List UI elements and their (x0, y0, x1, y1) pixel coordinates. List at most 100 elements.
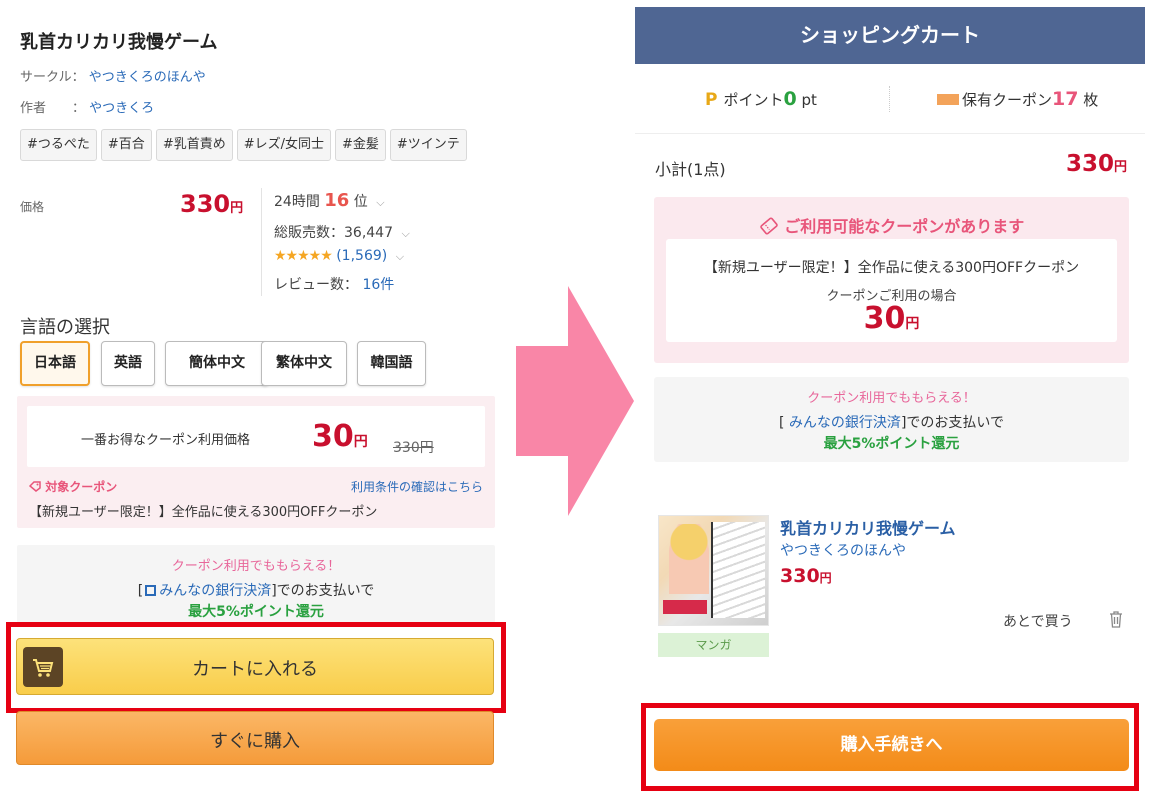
subtotal-label: 小計(1点) (655, 160, 726, 179)
cart-item-circle[interactable]: やつきくろのほんや (780, 540, 906, 560)
point-reward-line: 最大5%ポイント還元 (823, 436, 960, 452)
language-option-japanese[interactable]: 日本語 (20, 341, 90, 386)
tag[interactable]: #乳首責め (155, 129, 233, 161)
tag[interactable]: #ツインテ (389, 129, 467, 161)
ticket-icon (759, 217, 778, 235)
thumbnail-manga-panel (711, 522, 765, 618)
rating-stars-icon: ★★★★★ (274, 248, 333, 264)
trash-icon[interactable] (1108, 610, 1124, 628)
subtotal: 330円 (1066, 151, 1127, 177)
sales-stat[interactable]: 総販売数：36,447 ⌵ (274, 222, 410, 242)
bank-payment-box: クーポン利用でももらえる！ [みんなの銀行決済]でのお支払いで 最大5%ポイント… (17, 545, 495, 623)
product-title: 乳首カリカリ我慢ゲーム (20, 32, 218, 53)
buy-now-button[interactable]: すぐに購入 (16, 711, 494, 765)
coupon-available-box[interactable]: ご利用可能なクーポンがあります 【新規ユーザー限定！】全作品に使える300円OF… (654, 197, 1129, 363)
rating-stat[interactable]: ★★★★★ (1,569) ⌵ (274, 248, 404, 264)
bank-promo-line: クーポン利用でももらえる！ (807, 391, 976, 406)
chevron-down-icon: ⌵ (376, 196, 385, 209)
coupon-description: 【新規ユーザー限定！】全作品に使える300円OFFクーポン (29, 505, 378, 520)
target-coupon-label: 対象クーポン (28, 478, 118, 495)
author-row: 作者 ： やつきくろ (20, 97, 154, 116)
coupon-detail-panel: 【新規ユーザー限定！】全作品に使える300円OFFクーポン クーポンご利用の場合… (666, 239, 1117, 342)
coupon-price-currency: 円 (905, 316, 920, 332)
product-thumbnail[interactable] (658, 515, 769, 626)
stats-divider (261, 188, 262, 296)
thumbnail-character (669, 524, 709, 594)
coupons-unit: 枚 (1083, 91, 1099, 109)
price-value: 330 (180, 190, 231, 218)
bank-promo-line: クーポン利用でももらえる！ (171, 559, 341, 574)
coupon-description: 【新規ユーザー限定！】全作品に使える300円OFFクーポン (703, 260, 1080, 276)
add-to-cart-button[interactable]: カートに入れる (16, 638, 494, 695)
tag[interactable]: #金髪 (335, 129, 386, 161)
coupon-price-currency: 円 (353, 434, 368, 450)
coupon-price-label: 一番お得なクーポン利用価格 (81, 433, 251, 448)
point-icon: P (705, 90, 718, 110)
price: 330円 (180, 190, 243, 218)
circle-link[interactable]: やつきくろのほんや (89, 70, 206, 85)
language-option-simplified-chinese[interactable]: 簡体中文 (165, 341, 269, 386)
add-to-cart-label: カートに入れる (192, 659, 318, 680)
coupon-price: 30円 (666, 301, 1117, 336)
circle-row: サークル： やつきくろのほんや (20, 66, 206, 85)
terms-link[interactable]: 利用条件の確認はこちら (351, 478, 483, 495)
buy-later-button[interactable]: あとで買う (1003, 611, 1073, 631)
coupon-available-heading: ご利用可能なクーポンがあります (654, 213, 1129, 237)
points-coupons-row: P ポイント0 pt 保有クーポン17 枚 (635, 64, 1145, 134)
divider (889, 86, 890, 112)
bank-payment-line: [みんなの銀行決済]でのお支払いで (17, 580, 495, 600)
original-price: 330円 (393, 440, 434, 456)
bracket-open: [ (779, 415, 785, 431)
cart-item-price-value: 330 (780, 565, 820, 587)
coupon-price-value: 30 (863, 301, 906, 336)
points-label: ポイント (723, 91, 784, 109)
rating-count: (1,569) (336, 248, 388, 264)
author-label: 作者 ： (20, 101, 86, 116)
point-reward-line: 最大5%ポイント還元 (188, 604, 324, 620)
bank-name-link[interactable]: みんなの銀行決済 (159, 583, 271, 599)
chevron-down-icon: ⌵ (395, 250, 405, 263)
ticket-icon (937, 94, 959, 105)
subtotal-value: 330 (1065, 151, 1114, 177)
shopping-cart-page: ショッピングカート P ポイント0 pt 保有クーポン17 枚 小計(1点) 33… (635, 7, 1145, 800)
target-coupon-text: 対象クーポン (45, 480, 118, 494)
thumbnail-title-band (663, 600, 707, 614)
buy-now-label: すぐに購入 (210, 731, 300, 752)
rank-value: 16 (324, 190, 350, 211)
coupon-available-text: ご利用可能なクーポンがあります (784, 217, 1025, 236)
circle-label: サークル： (20, 70, 85, 85)
price-label: 価格 (20, 200, 45, 214)
ranking-stat[interactable]: 24時間 16 位 ⌵ (274, 190, 385, 211)
tag[interactable]: #レズ/女同士 (236, 129, 331, 161)
language-heading: 言語の選択 (20, 317, 110, 338)
points-info: P ポイント0 pt (705, 88, 817, 110)
cart-item-title[interactable]: 乳首カリカリ我慢ゲーム (780, 515, 956, 539)
chevron-down-icon: ⌵ (401, 227, 410, 240)
rank-suffix: 位 (353, 194, 368, 210)
coupons-value: 17 (1052, 88, 1079, 110)
product-page: 乳首カリカリ我慢ゲーム サークル： やつきくろのほんや 作者 ： やつきくろ #… (0, 0, 515, 800)
proceed-to-checkout-button[interactable]: 購入手続きへ (654, 719, 1129, 771)
category-badge: マンガ (658, 633, 769, 657)
subtotal-currency: 円 (1113, 160, 1127, 175)
coupons-info[interactable]: 保有クーポン17 枚 (937, 88, 1098, 110)
language-option-traditional-chinese[interactable]: 繁体中文 (261, 341, 347, 386)
right-arrow-icon (516, 286, 634, 516)
bank-name-link[interactable]: みんなの銀行決済 (789, 415, 901, 431)
ticket-icon (28, 481, 41, 492)
language-option-korean[interactable]: 韓国語 (357, 341, 426, 386)
price-currency: 円 (230, 201, 244, 216)
bank-payment-suffix: ]でのお支払いで (900, 415, 1004, 431)
language-option-english[interactable]: 英語 (101, 341, 155, 386)
coupon-price-value: 30 (312, 419, 354, 454)
points-unit: pt (801, 91, 817, 109)
bracket-open: [ (137, 583, 144, 599)
review-count-link[interactable]: 16件 (362, 277, 394, 293)
tag[interactable]: #百合 (100, 129, 152, 161)
cart-item-price-currency: 円 (819, 571, 832, 585)
rank-prefix: 24時間 (274, 194, 320, 210)
coupon-price-box: 一番お得なクーポン利用価格 30円 330円 対象クーポン 利用条件の確認はこち… (17, 396, 495, 528)
tag[interactable]: #つるぺた (20, 129, 97, 161)
bank-payment-box: クーポン利用でももらえる！ [ みんなの銀行決済]でのお支払いで 最大5%ポイン… (654, 377, 1129, 462)
author-link[interactable]: やつきくろ (89, 101, 154, 116)
